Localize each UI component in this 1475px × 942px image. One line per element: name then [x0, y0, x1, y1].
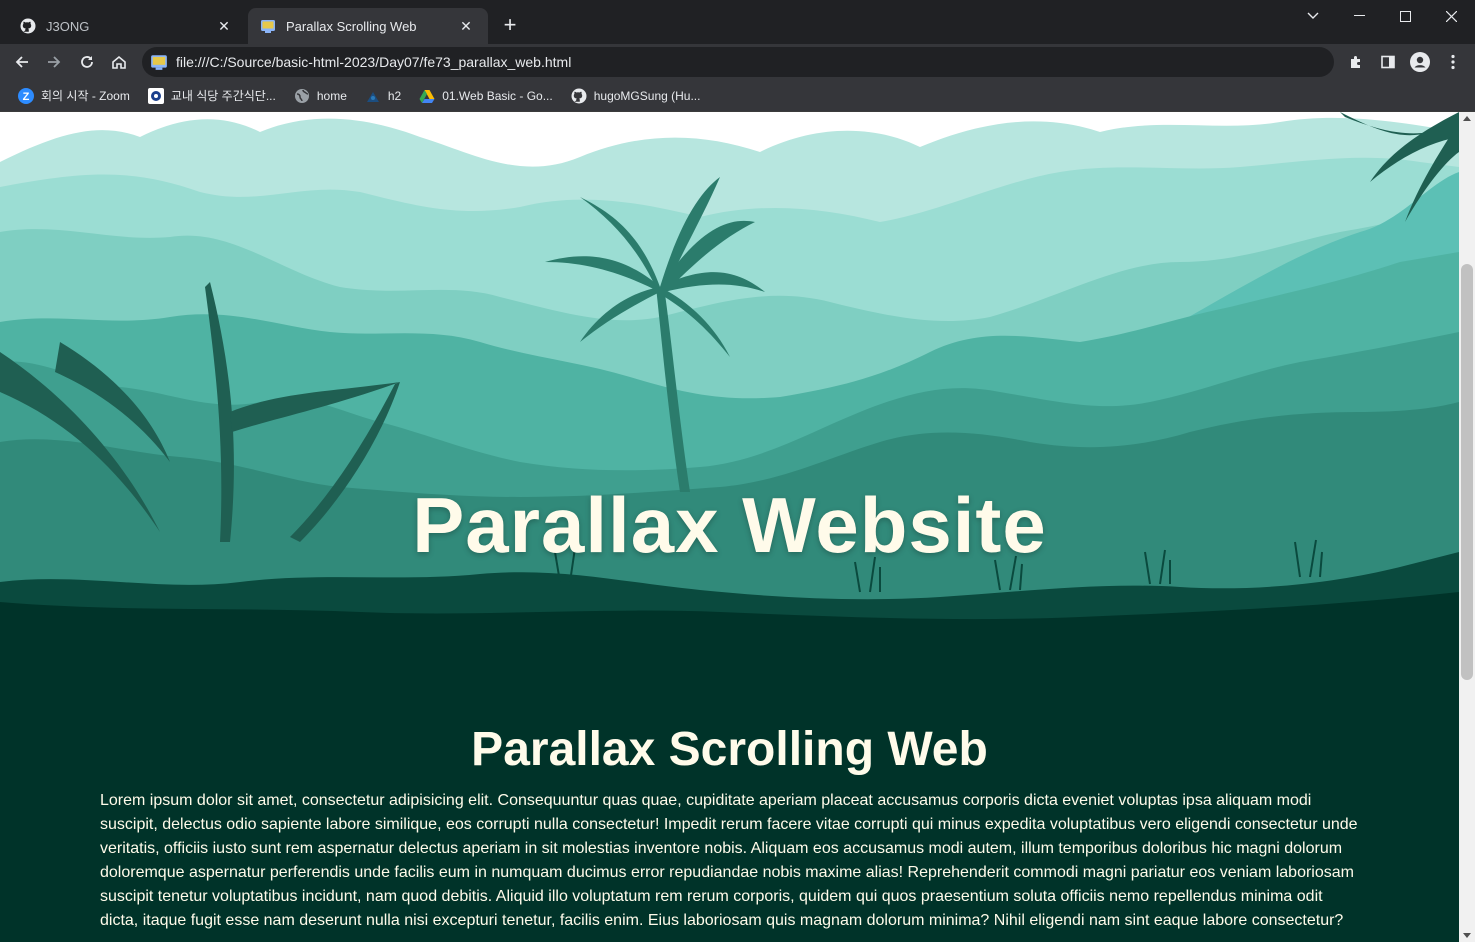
bookmark-label: 교내 식당 주간식단... — [170, 89, 276, 103]
new-tab-button[interactable]: + — [498, 14, 522, 38]
h2-icon — [366, 91, 379, 102]
content-section: Parallax Scrolling Web Lorem ipsum dolor… — [0, 672, 1459, 933]
google-drive-icon — [419, 89, 435, 103]
parallax-hero: Parallax Website — [0, 112, 1459, 672]
side-panel-icon[interactable] — [1372, 46, 1404, 78]
globe-icon — [294, 88, 309, 103]
close-window-button[interactable] — [1428, 0, 1474, 32]
browser-toolbar: file:///C:/Source/basic-html-2023/Day07/… — [0, 44, 1475, 80]
bookmark-school-menu[interactable]: 교내 식당 주간식단... — [142, 82, 282, 110]
bookmark-h2[interactable]: h2 — [359, 82, 407, 110]
html-file-icon — [261, 20, 275, 33]
tab-parallax[interactable]: Parallax Scrolling Web ✕ — [248, 8, 488, 44]
browser-window: J3ONG ✕ Parallax Scrolling Web ✕ + file:… — [0, 0, 1475, 942]
html-file-icon — [151, 55, 167, 70]
bookmark-hugomgsung[interactable]: hugoMGSung (Hu... — [565, 82, 707, 110]
bookmark-home[interactable]: home — [288, 82, 353, 110]
tab-search-chevron-icon[interactable] — [1290, 0, 1336, 32]
bookmark-zoom[interactable]: Z 회의 시작 - Zoom — [12, 82, 136, 110]
bookmark-label: 01.Web Basic - Go... — [442, 88, 553, 103]
hero-title: Parallax Website — [412, 481, 1047, 569]
menu-dots-icon[interactable] — [1437, 46, 1469, 78]
github-icon — [571, 88, 587, 103]
forward-button[interactable] — [38, 46, 70, 78]
github-icon — [20, 18, 36, 34]
bookmark-label: 회의 시작 - Zoom — [41, 89, 130, 103]
minimize-button[interactable] — [1336, 0, 1382, 32]
page-viewport: Parallax Website Parallax Scrolling Web … — [0, 112, 1459, 942]
url-text: file:///C:/Source/basic-html-2023/Day07/… — [176, 54, 572, 70]
bookmark-web-basic[interactable]: 01.Web Basic - Go... — [413, 82, 559, 110]
svg-text:Z: Z — [23, 91, 30, 103]
tab-title: Parallax Scrolling Web — [286, 18, 417, 34]
tab-title: J3ONG — [46, 18, 90, 34]
school-icon — [147, 87, 164, 104]
profile-icon[interactable] — [1404, 46, 1436, 78]
back-button[interactable] — [6, 46, 38, 78]
home-button[interactable] — [103, 46, 135, 78]
extensions-icon[interactable] — [1340, 46, 1372, 78]
scrollbar-thumb[interactable] — [1461, 264, 1473, 680]
scroll-down-icon[interactable] — [1463, 933, 1471, 938]
tab-strip: J3ONG ✕ Parallax Scrolling Web ✕ + — [0, 0, 1475, 44]
section-paragraph: Lorem ipsum dolor sit amet, consectetur … — [100, 792, 1358, 929]
tab-j3ong[interactable]: J3ONG ✕ — [8, 8, 246, 44]
reload-button[interactable] — [71, 46, 103, 78]
zoom-icon: Z — [18, 87, 34, 104]
jungle-landscape-illustration — [0, 112, 1459, 672]
section-title: Parallax Scrolling Web — [471, 723, 988, 776]
close-tab-icon[interactable]: ✕ — [214, 16, 234, 36]
bookmark-label: home — [316, 88, 347, 103]
close-tab-icon[interactable]: ✕ — [456, 16, 476, 36]
vertical-scrollbar[interactable] — [1459, 112, 1475, 942]
address-bar[interactable]: file:///C:/Source/basic-html-2023/Day07/… — [142, 47, 1334, 77]
scroll-up-icon[interactable] — [1463, 116, 1471, 121]
maximize-button[interactable] — [1382, 0, 1428, 32]
bookmark-label: hugoMGSung (Hu... — [593, 88, 701, 103]
bookmark-label: h2 — [387, 88, 402, 103]
bookmarks-bar: Z 회의 시작 - Zoom 교내 식당 주간식단... home h2 01.… — [0, 80, 1475, 112]
